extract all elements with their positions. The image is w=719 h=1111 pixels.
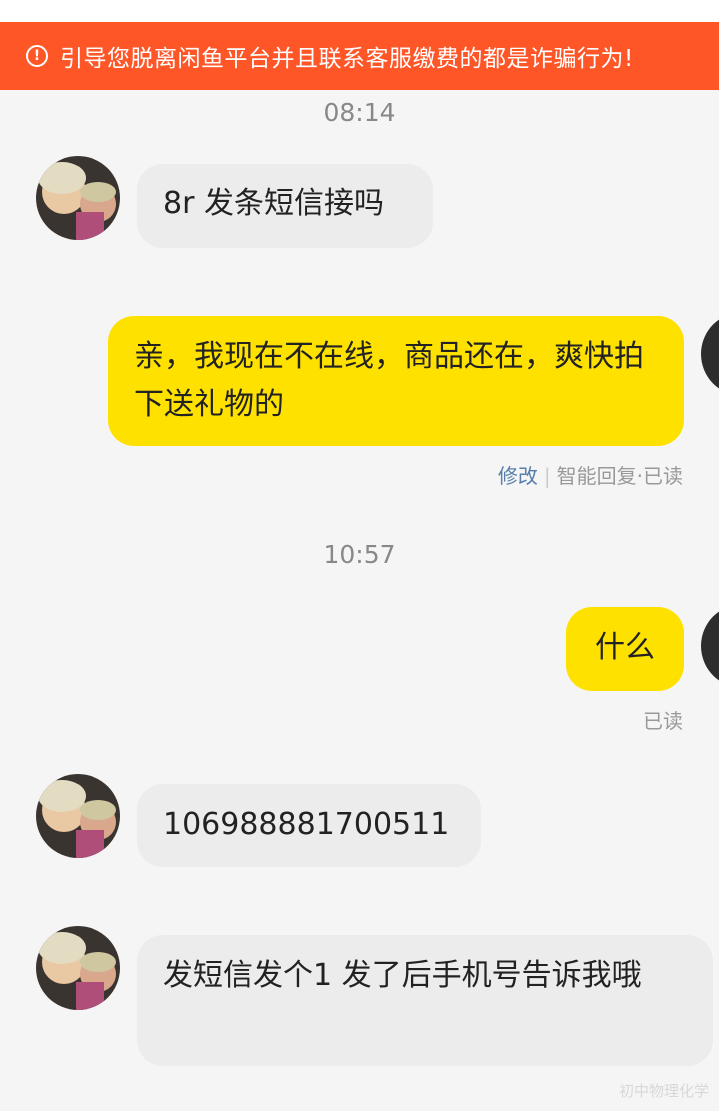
self-avatar[interactable]	[701, 604, 719, 688]
outgoing-message[interactable]: 什么	[566, 607, 684, 691]
outgoing-message[interactable]: 亲，我现在不在线，商品还在，爽快拍下送礼物的	[108, 316, 684, 446]
incoming-message[interactable]: 106988881700511	[137, 784, 481, 867]
fraud-warning-banner: ! 引导您脱离闲鱼平台并且联系客服缴费的都是诈骗行为!	[0, 22, 719, 90]
contact-avatar[interactable]	[36, 926, 120, 1010]
self-avatar[interactable]	[701, 312, 719, 396]
message-text: 8r 发条短信接吗	[163, 186, 384, 221]
contact-avatar[interactable]	[36, 156, 120, 240]
edit-link[interactable]: 修改	[498, 464, 538, 488]
message-text: 106988881700511	[163, 807, 450, 842]
timestamp: 10:57	[323, 540, 396, 569]
incoming-message[interactable]: 8r 发条短信接吗	[137, 164, 433, 248]
alert-circle-icon: !	[26, 45, 48, 67]
fraud-warning-text: 引导您脱离闲鱼平台并且联系客服缴费的都是诈骗行为!	[60, 46, 634, 72]
timestamp: 08:14	[323, 98, 396, 127]
message-text: 什么	[595, 630, 655, 665]
status-bar-area	[0, 0, 719, 22]
read-status: 智能回复·已读	[556, 464, 683, 488]
separator: |	[543, 464, 551, 488]
read-status: 已读	[643, 709, 683, 733]
contact-avatar[interactable]	[36, 774, 120, 858]
message-meta: 修改 | 智能回复·已读	[498, 460, 683, 489]
incoming-message[interactable]: 发短信发个1 发了后手机号告诉我哦	[137, 935, 713, 1066]
watermark-text: 初中物理化学	[618, 1082, 709, 1100]
message-text: 亲，我现在不在线，商品还在，爽快拍下送礼物的	[134, 339, 644, 422]
message-text: 发短信发个1 发了后手机号告诉我哦	[163, 958, 642, 993]
